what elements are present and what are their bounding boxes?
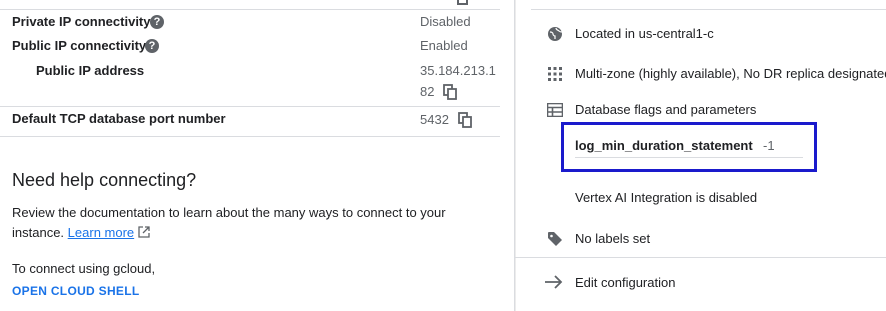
tcp-port-label: Default TCP database port number <box>12 111 226 126</box>
tcp-port-value: 5432 <box>420 112 449 127</box>
private-ip-label: Private IP connectivity <box>12 14 151 29</box>
divider <box>531 9 886 10</box>
external-link-icon[interactable] <box>138 226 150 238</box>
divider <box>0 136 500 137</box>
learn-more-link[interactable]: Learn more <box>68 225 134 240</box>
card-shadow <box>515 0 516 311</box>
globe-icon <box>548 27 563 41</box>
arrow-right-icon[interactable] <box>544 274 564 290</box>
public-ip-value: Enabled <box>420 38 468 53</box>
copy-icon[interactable] <box>455 0 469 5</box>
public-ip-address-value: 35.184.213.1 <box>420 63 496 78</box>
copy-icon[interactable] <box>443 84 457 100</box>
open-cloud-shell-button[interactable]: OPEN CLOUD SHELL <box>12 284 139 298</box>
help-text: Review the documentation to learn about … <box>12 203 482 243</box>
help-heading: Need help connecting? <box>12 170 197 190</box>
labels-text: No labels set <box>575 231 651 246</box>
help-text-line1: Review the documentation to learn about … <box>12 205 446 220</box>
help-icon[interactable]: ? <box>150 15 164 29</box>
divider <box>0 9 500 10</box>
tag-icon <box>548 232 562 246</box>
database-flags-heading: Database flags and parameters <box>575 102 757 117</box>
help-icon[interactable]: ? <box>145 39 159 53</box>
help-text-line2: instance. <box>12 225 65 240</box>
vertex-ai-status: Vertex AI Integration is disabled <box>575 190 758 205</box>
private-ip-value: Disabled <box>420 14 471 29</box>
divider <box>0 106 500 107</box>
public-ip-label: Public IP connectivity <box>12 38 147 53</box>
flag-name: log_min_duration_statement <box>575 138 753 153</box>
public-ip-address-label: Public IP address <box>36 63 145 78</box>
availability-text: Multi-zone (highly available), No DR rep… <box>575 66 886 81</box>
copy-icon[interactable] <box>458 112 472 128</box>
public-ip-address-value-cont: 82 <box>420 84 435 99</box>
grid-icon <box>548 67 562 81</box>
instance-summary-card: Located in us-central1-c Multi-zone (hig… <box>514 0 886 311</box>
flag-value: -1 <box>763 138 775 153</box>
divider <box>575 157 803 158</box>
edit-configuration-button[interactable]: Edit configuration <box>575 275 675 290</box>
location-text: Located in us-central1-c <box>575 26 714 41</box>
gcloud-text: To connect using gcloud, <box>12 261 156 276</box>
connections-panel: Private IP connectivity ? Disabled Publi… <box>0 0 500 311</box>
divider <box>515 257 886 258</box>
table-icon <box>547 103 563 117</box>
